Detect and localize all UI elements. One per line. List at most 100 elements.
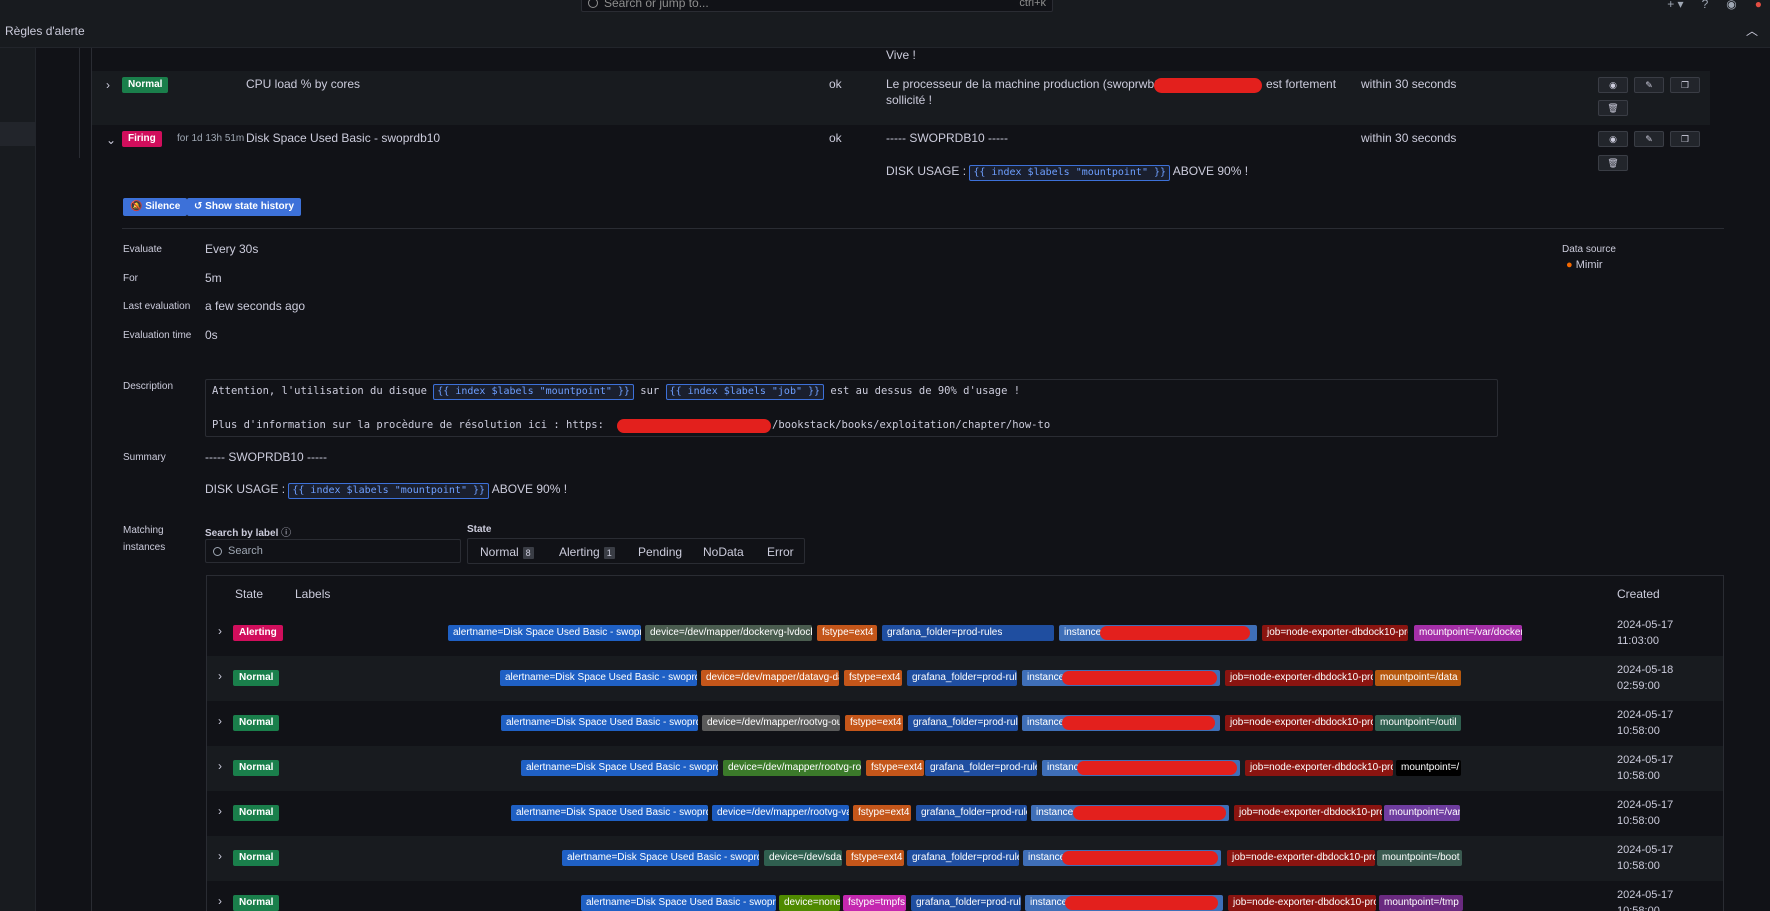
summary-template-code: {{ index $labels "mountpoint" }} bbox=[288, 483, 490, 499]
label-tag-alertname: alertname=Disk Space Used Basic - swoprd… bbox=[581, 895, 776, 911]
chevron-right-icon[interactable]: › bbox=[218, 714, 222, 728]
instance-state-badge: Normal bbox=[233, 850, 280, 866]
history-icon: ↺ bbox=[194, 201, 203, 212]
label-tag-alertname: alertname=Disk Space Used Basic - swoprd… bbox=[562, 850, 759, 866]
summary-template-code: {{ index $labels "mountpoint" }} bbox=[969, 165, 1171, 181]
view-icon[interactable]: ◉ bbox=[1598, 77, 1628, 93]
help-icon[interactable]: ? bbox=[1702, 0, 1709, 11]
table-row[interactable]: › Normal alertname=Disk Space Used Basic -… bbox=[207, 746, 1723, 791]
chevron-right-icon[interactable]: › bbox=[106, 78, 110, 92]
rule-summary-line1-end: est fortement bbox=[1266, 77, 1337, 91]
last-evaluation-value: a few seconds ago bbox=[205, 299, 306, 313]
chevron-right-icon[interactable]: › bbox=[218, 894, 222, 908]
table-row[interactable]: › Alerting alertname=Disk Space Used Basic… bbox=[207, 611, 1723, 656]
instance-state-badge: Normal bbox=[233, 805, 280, 821]
edit-icon[interactable]: ✎ bbox=[1634, 77, 1664, 93]
label-tag-grafana-folder: grafana_folder=prod-rules bbox=[916, 805, 1027, 821]
created-timestamp: 2024-05-17 10:58:00 bbox=[1617, 752, 1673, 784]
chevron-up-icon[interactable]: ︿ bbox=[1746, 22, 1758, 39]
state-filter-alerting[interactable]: Alerting 1 bbox=[559, 545, 615, 559]
silence-button-label: Silence bbox=[145, 201, 181, 212]
label-tag-grafana-folder: grafana_folder=prod-rules bbox=[911, 895, 1021, 911]
show-state-history-label: Show state history bbox=[205, 201, 295, 212]
label-search-placeholder: Search bbox=[228, 545, 263, 557]
state-filter-pending[interactable]: Pending bbox=[638, 545, 682, 559]
rss-icon[interactable]: ◉ bbox=[1726, 0, 1736, 11]
table-row[interactable]: › Normal alertname=Disk Space Used Basic -… bbox=[207, 836, 1723, 881]
for-value: 5m bbox=[205, 271, 222, 285]
created-time: 11:03:00 bbox=[1617, 635, 1660, 647]
redaction-mark bbox=[1062, 671, 1217, 685]
state-filter-error[interactable]: Error bbox=[767, 545, 794, 559]
description-label: Description bbox=[123, 381, 174, 392]
label-tag-job: job=node-exporter-dbdock10-prod bbox=[1245, 760, 1393, 776]
search-by-label-label: Search by label ⓘ bbox=[205, 524, 291, 539]
created-date: 2024-05-17 bbox=[1617, 889, 1674, 901]
table-row[interactable]: › Normal alertname=Disk Space Used Basic -… bbox=[207, 881, 1723, 911]
label-tag-grafana-folder: grafana_folder=prod-rules bbox=[908, 715, 1018, 731]
edit-icon[interactable]: ✎ bbox=[1634, 131, 1664, 147]
rule-health: ok bbox=[829, 77, 842, 91]
sidebar bbox=[0, 48, 36, 911]
label-tag-fstype: fstype=ext4 bbox=[844, 670, 902, 686]
created-date: 2024-05-18 bbox=[1617, 664, 1674, 676]
instance-state-badge: Normal bbox=[233, 670, 280, 686]
view-icon[interactable]: ◉ bbox=[1598, 131, 1628, 147]
chevron-right-icon[interactable]: › bbox=[218, 804, 222, 818]
description-text-part: Attention, l'utilisation du disque bbox=[212, 385, 427, 397]
label-tag-fstype: fstype=ext4 bbox=[866, 760, 924, 776]
summary-prefix: DISK USAGE : bbox=[205, 482, 286, 496]
avatar[interactable]: ● bbox=[1755, 0, 1762, 11]
page-header: Règles d'alerte ︿ bbox=[0, 14, 1770, 48]
global-search[interactable]: Search or jump to... ctrl+k bbox=[581, 0, 1053, 12]
state-filter-nodata[interactable]: NoData bbox=[703, 545, 744, 559]
summary-suffix: ABOVE 90% ! bbox=[491, 482, 568, 496]
sidebar-active-item[interactable] bbox=[0, 122, 36, 146]
table-row[interactable]: › Normal alertname=Disk Space Used Basic -… bbox=[207, 656, 1723, 701]
table-row[interactable]: › Normal alertname=Disk Space Used Basic -… bbox=[207, 701, 1723, 746]
silence-button[interactable]: 🔕 Silence bbox=[123, 198, 188, 216]
evaluation-time-value: 0s bbox=[205, 328, 218, 342]
copy-icon[interactable]: ❐ bbox=[1670, 77, 1700, 93]
chevron-down-icon[interactable]: ⌄ bbox=[106, 133, 116, 147]
data-source-value[interactable]: ● Mimir bbox=[1566, 259, 1603, 271]
data-source-name: Mimir bbox=[1575, 259, 1603, 271]
table-row[interactable]: › Normal alertname=Disk Space Used Basic -… bbox=[207, 791, 1723, 836]
label-tag-job: job=node-exporter-dbdock10-prod bbox=[1228, 895, 1376, 911]
chevron-right-icon[interactable]: › bbox=[218, 669, 222, 683]
delete-icon[interactable]: 🗑 bbox=[1598, 100, 1628, 116]
label-tag-mountpoint: mountpoint=/var bbox=[1384, 805, 1460, 821]
redaction-mark bbox=[1077, 761, 1237, 775]
column-header-labels: Labels bbox=[295, 587, 331, 601]
chevron-right-icon[interactable]: › bbox=[218, 849, 222, 863]
plus-icon[interactable]: + ▾ bbox=[1667, 0, 1683, 11]
delete-icon[interactable]: 🗑 bbox=[1598, 155, 1628, 171]
rule-state-badge: Firing bbox=[122, 131, 162, 147]
info-icon[interactable]: ⓘ bbox=[281, 528, 291, 539]
created-date: 2024-05-17 bbox=[1617, 799, 1674, 811]
state-filter-group: Normal 8 Alerting 1 Pending NoData Error bbox=[467, 538, 805, 564]
copy-icon[interactable]: ❐ bbox=[1670, 131, 1700, 147]
description-line1: Attention, l'utilisation du disque {{ in… bbox=[212, 384, 1020, 400]
rule-health: ok bbox=[829, 131, 842, 145]
label-tag-device: device=/dev/mapper/dockervg-lvdocker bbox=[645, 625, 812, 641]
redaction-mark bbox=[1154, 78, 1262, 93]
label-search-input[interactable]: Search bbox=[205, 539, 461, 563]
grafana-alert-rules-page: Search or jump to... ctrl+k + ▾ ? ◉ ● Rè… bbox=[0, 0, 1770, 911]
description-template-code: {{ index $labels "job" }} bbox=[665, 384, 825, 400]
state-filter-normal[interactable]: Normal 8 bbox=[480, 545, 534, 559]
created-timestamp: 2024-05-17 10:58:00 bbox=[1617, 797, 1673, 829]
tree-guide-line bbox=[79, 48, 80, 158]
show-state-history-button[interactable]: ↺ Show state history bbox=[187, 198, 302, 216]
label-tag-fstype: fstype=ext4 bbox=[845, 715, 903, 731]
created-timestamp: 2024-05-17 11:03:00 bbox=[1617, 617, 1673, 649]
label-tag-alertname: alertname=Disk Space Used Basic - swoprd… bbox=[511, 805, 708, 821]
summary-line2: DISK USAGE : {{ index $labels "mountpoin… bbox=[205, 482, 567, 499]
previous-rule-summary-tail: Vive ! bbox=[886, 48, 916, 62]
description-line2-prefix: Plus d'information sur la procèdure de r… bbox=[212, 419, 604, 431]
chevron-right-icon[interactable]: › bbox=[218, 759, 222, 773]
chevron-right-icon[interactable]: › bbox=[218, 624, 222, 638]
label-tag-device: device=/dev/sda1 bbox=[764, 850, 842, 866]
rule-next-evaluation: within 30 seconds bbox=[1361, 131, 1457, 145]
summary-label: Summary bbox=[123, 452, 166, 463]
